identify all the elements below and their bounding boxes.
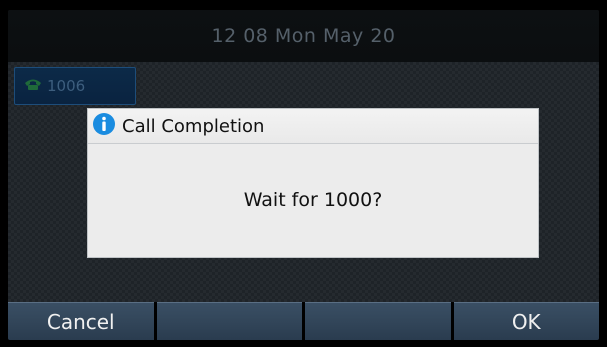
softkey-2[interactable] <box>156 302 302 340</box>
line-key-1006[interactable]: 1006 <box>14 67 136 105</box>
ok-softkey-label: OK <box>511 309 541 334</box>
info-icon <box>92 112 122 140</box>
softkey-3[interactable] <box>305 302 451 340</box>
cancel-softkey[interactable]: Cancel <box>8 302 154 340</box>
dialog-message: Wait for 1000? <box>88 143 538 257</box>
line-key-label: 1006 <box>47 77 86 95</box>
dialog-message-text: Wait for 1000? <box>243 189 383 211</box>
cancel-softkey-label: Cancel <box>46 309 115 334</box>
dialog-title: Call Completion <box>122 115 265 137</box>
status-bar: 12 08 Mon May 20 <box>8 10 599 62</box>
softkey-bar: Cancel OK <box>8 302 599 340</box>
ok-softkey[interactable]: OK <box>453 302 599 340</box>
phone-handset-icon <box>23 77 47 95</box>
dialog-header: Call Completion <box>88 109 538 144</box>
datetime-label: 12 08 Mon May 20 <box>211 25 396 47</box>
phone-screen: 12 08 Mon May 20 1006 Call Completion Wa… <box>8 10 599 340</box>
call-completion-dialog: Call Completion Wait for 1000? <box>87 108 539 258</box>
